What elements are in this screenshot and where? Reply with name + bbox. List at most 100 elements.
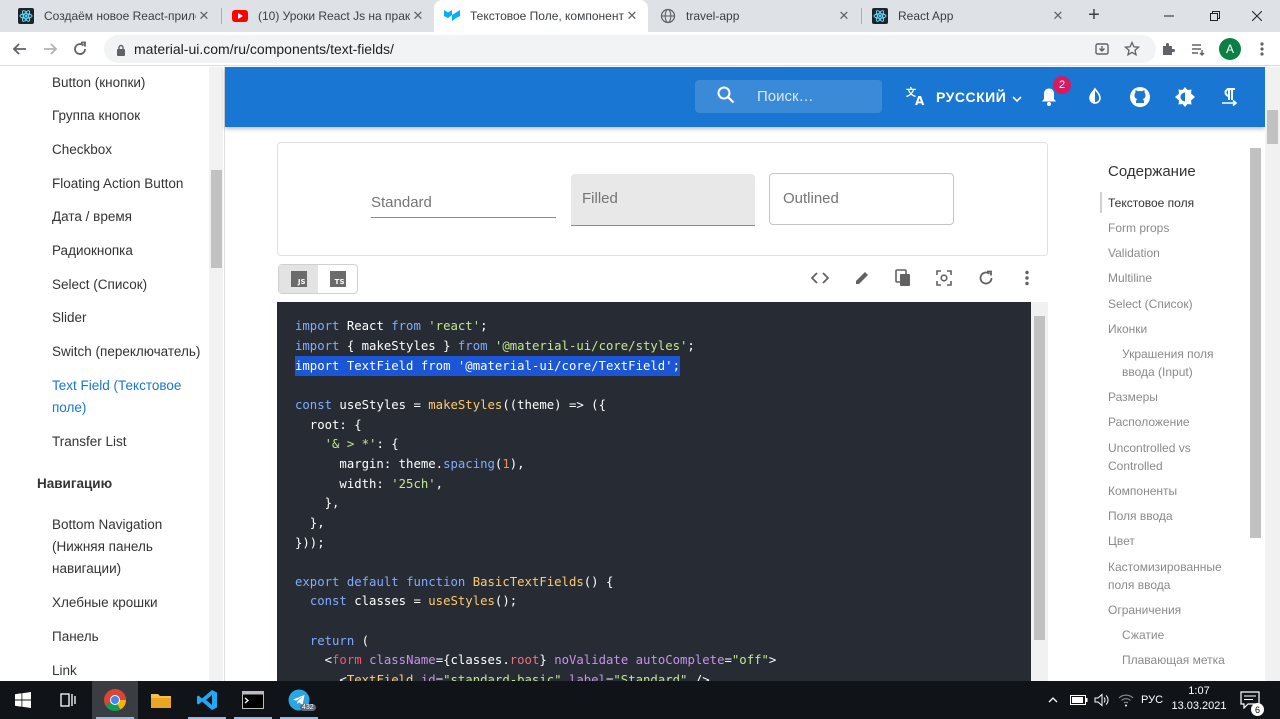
page-scrollbar-thumb[interactable] [1267,110,1278,144]
profile-avatar[interactable]: A [1219,38,1241,60]
sidebar-item-drawer[interactable]: Панель [52,626,212,648]
text-direction-icon[interactable] [1216,84,1242,110]
sidebar-item-date-time[interactable]: Дата / время [52,206,212,228]
language-menu-button[interactable]: 文A РУССКИЙ [906,85,1022,109]
sidebar-item-button[interactable]: Button (кнопки) [52,72,212,94]
focus-frame-icon[interactable] [932,266,956,290]
tab-react-app-create[interactable]: Создаём новое React-прилож ✕ [8,0,220,32]
tab-travel-app[interactable]: travel-app ✕ [650,0,860,32]
sidebar-section-navigation[interactable]: Навигацию [37,476,112,491]
restore-button[interactable] [1192,0,1238,32]
settings-brightness-icon[interactable] [1172,84,1198,110]
tab-close-icon[interactable]: ✕ [624,8,640,24]
browser-menu-icon[interactable] [1250,37,1274,61]
toc-item-layout[interactable]: Расположение [1108,413,1243,431]
toc-item-icons[interactable]: Иконки [1108,320,1243,338]
toc-item-sizes[interactable]: Размеры [1108,388,1243,406]
sidebar-item-text-field[interactable]: Text Field (Текстовое поле) [52,375,202,419]
sidebar-item-slider[interactable]: Slider [52,307,212,329]
tab-youtube[interactable]: (10) Уроки React Js на практи ✕ [222,0,434,32]
toc-item-components[interactable]: Компоненты [1108,482,1243,500]
code-view-icon[interactable] [808,266,832,290]
search-input[interactable]: Поиск… [695,80,882,113]
sidebar-item-link[interactable]: Link [52,660,212,682]
code-line: <form className={classes.root} noValidat… [295,653,777,667]
filled-text-field[interactable]: Filled [571,174,755,226]
volume-icon[interactable] [1094,681,1110,719]
toc-item-text-fields[interactable]: Текстовое поля [1108,194,1243,212]
new-tab-button[interactable]: + [1082,4,1106,28]
code-line: margin: theme.spacing(1), [295,457,525,471]
bookmark-star-icon[interactable] [1120,37,1144,61]
action-center-icon[interactable]: 6 [1240,681,1264,719]
ts-toggle-button[interactable]: TS [318,265,357,293]
tab-close-icon[interactable]: ✕ [836,8,852,24]
toc-item-validation[interactable]: Validation [1108,244,1243,262]
windows-start-icon[interactable] [0,681,46,719]
code-scrollbar-thumb[interactable] [1034,316,1045,640]
sidebar-scrollbar-thumb[interactable] [211,170,222,268]
task-view-icon[interactable] [46,681,92,719]
sidebar-scrollbar[interactable] [209,67,223,681]
back-arrow-icon[interactable] [8,37,32,61]
input-language-indicator[interactable]: РУС [1141,681,1163,719]
sidebar-item-select[interactable]: Select (Список) [52,274,212,296]
page-scrollbar[interactable] [1265,67,1280,681]
tab-react-app[interactable]: React App ✕ [862,0,1074,32]
translate-icon: 文A [906,86,928,109]
toc-item-shrink[interactable]: Сжатие [1122,626,1242,644]
toc-item-uncontrolled-vs-controlled[interactable]: Uncontrolled vs Controlled [1108,439,1218,475]
taskbar-clock[interactable]: 1:07 13.03.2021 [1170,684,1228,714]
show-hidden-icons-chevron-icon[interactable] [1048,681,1058,719]
media-queue-icon[interactable] [1186,37,1210,61]
toc-item-color[interactable]: Цвет [1108,532,1243,550]
toc-item-multiline[interactable]: Multiline [1108,269,1243,287]
install-app-icon[interactable] [1090,37,1114,61]
toc-item-input-adornments[interactable]: Украшения поля ввода (Input) [1122,345,1237,381]
terminal-icon[interactable] [230,681,276,719]
sidebar-item-switch[interactable]: Switch (переключатель) [52,341,212,363]
github-icon[interactable] [1127,84,1153,110]
sidebar-item-radio[interactable]: Радиокнопка [52,240,212,262]
toc-item-limitations[interactable]: Ограничения [1108,601,1243,619]
minimize-button[interactable] [1146,0,1192,32]
code-line: }, [295,496,340,510]
tab-close-icon[interactable]: ✕ [1050,8,1066,24]
sidebar-item-fab[interactable]: Floating Action Button [52,173,212,195]
reload-icon[interactable] [68,37,92,61]
clock-date: 13.03.2021 [1171,700,1227,712]
tab-text-field-active[interactable]: Текстовое Поле, компонент R ✕ [434,0,648,32]
copy-icon[interactable] [891,266,915,290]
chrome-taskbar-icon[interactable] [92,681,138,719]
tab-title: Создаём новое React-прилож [44,9,196,23]
wifi-icon[interactable] [1118,681,1134,719]
tab-close-icon[interactable]: ✕ [410,8,426,24]
address-bar[interactable]: material-ui.com/ru/components/text-field… [104,35,1156,63]
battery-icon[interactable] [1070,681,1088,719]
toc-item-floating-label[interactable]: Плавающая метка [1122,651,1242,669]
forward-arrow-icon[interactable] [38,37,62,61]
toc-item-form-props[interactable]: Form props [1108,219,1243,237]
toc-item-customized-inputs[interactable]: Кастомизированные поля ввода [1108,558,1236,594]
toc-item-select[interactable]: Select (Список) [1108,295,1243,313]
sidebar-item-button-group[interactable]: Группа кнопок [52,105,212,127]
tab-close-icon[interactable]: ✕ [196,8,212,24]
vscode-icon[interactable] [184,681,230,719]
extensions-puzzle-icon[interactable] [1156,37,1180,61]
toc-scrollbar-thumb[interactable] [1250,148,1261,538]
file-explorer-icon[interactable] [138,681,184,719]
js-toggle-button[interactable]: JS [279,265,318,293]
standard-text-field[interactable]: Standard [371,186,556,218]
more-options-icon[interactable] [1015,266,1039,290]
reset-refresh-icon[interactable] [974,266,998,290]
theme-toggle-icon[interactable] [1082,84,1108,110]
sidebar-item-breadcrumbs[interactable]: Хлебные крошки [52,592,212,614]
telegram-icon[interactable]: 432 [276,681,322,719]
sidebar-item-transfer-list[interactable]: Transfer List [52,431,212,453]
sidebar-item-bottom-navigation[interactable]: Bottom Navigation (Нижняя панель навигац… [52,514,192,580]
edit-pencil-icon[interactable] [850,266,874,290]
sidebar-item-checkbox[interactable]: Checkbox [52,139,212,161]
outlined-text-field[interactable]: Outlined [769,173,954,225]
close-window-button[interactable] [1234,0,1280,32]
toc-item-inputs[interactable]: Поля ввода [1108,507,1243,525]
